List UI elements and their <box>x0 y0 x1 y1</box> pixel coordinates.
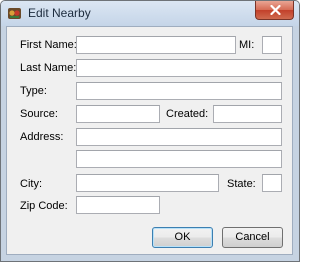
source-label: Source: <box>20 108 58 120</box>
close-icon <box>270 5 281 15</box>
zip-code-field[interactable] <box>76 196 160 214</box>
created-label: Created: <box>166 108 209 120</box>
title-bar[interactable]: Edit Nearby <box>1 1 299 26</box>
state-label: State: <box>227 178 256 190</box>
first-name-label: First Name: <box>20 39 77 51</box>
type-label: Type: <box>20 85 47 97</box>
ok-button[interactable]: OK <box>152 227 213 248</box>
first-name-field[interactable] <box>76 36 236 54</box>
created-field[interactable] <box>213 105 282 123</box>
mi-field[interactable] <box>262 36 282 54</box>
type-field[interactable] <box>76 82 282 100</box>
address-line1-field[interactable] <box>76 128 282 146</box>
last-name-label: Last Name: <box>20 62 77 74</box>
close-button[interactable] <box>255 1 294 20</box>
dialog-body: First Name: MI: Last Name: Type: Source:… <box>6 26 293 255</box>
source-field[interactable] <box>76 105 160 123</box>
cancel-button[interactable]: Cancel <box>222 227 283 248</box>
zip-code-label: Zip Code: <box>20 200 68 212</box>
window-title: Edit Nearby <box>28 6 91 20</box>
mi-label: MI: <box>239 39 255 51</box>
last-name-field[interactable] <box>76 59 282 77</box>
edit-nearby-dialog: Edit Nearby First Name: MI: Last Name: T… <box>0 0 300 262</box>
city-field[interactable] <box>76 174 219 192</box>
app-icon <box>7 6 22 21</box>
city-label: City: <box>20 178 42 190</box>
address-label: Address: <box>20 131 64 143</box>
state-field[interactable] <box>262 174 282 192</box>
address-line2-field[interactable] <box>76 150 282 168</box>
